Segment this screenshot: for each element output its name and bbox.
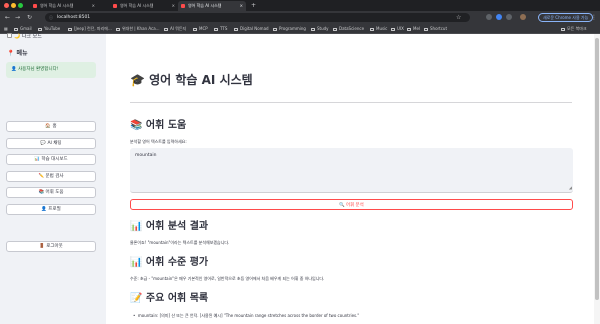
bookmark-folder[interactable]: MCP (193, 24, 208, 34)
folder-icon (370, 27, 374, 31)
folder-icon (391, 27, 395, 31)
site-info-icon[interactable]: ⓘ (49, 13, 53, 22)
browser-tab[interactable]: 영어 학습 AI 시스템 × (110, 1, 178, 11)
close-tab-icon[interactable]: × (92, 1, 95, 11)
scrollbar-thumb[interactable] (595, 38, 599, 300)
dashboard-button[interactable]: 📊 학습 대시보드 (6, 154, 96, 165)
chrome-menu-icon[interactable]: ⋮ (591, 13, 597, 22)
ai-chat-button[interactable]: 💬 AI 채팅 (6, 138, 96, 149)
bookmark-star-icon[interactable]: ☆ (456, 13, 461, 22)
divider (130, 102, 572, 103)
analysis-result-text: 물론이죠! "mountain"이라는 텍스트를 분석해보겠습니다. (130, 240, 230, 245)
new-tab-button[interactable]: + (251, 1, 256, 11)
bookmarks-bar: ▦ Gmail YouTube [Jeep] 런던, 파리에... 위대한 | … (0, 24, 600, 34)
level-assessment-text: 수준: 초급 - "mountain"은 매우 기본적인 영어로, 일반적으로 … (130, 276, 325, 281)
bookmark-folder[interactable]: Music (370, 24, 387, 34)
folder-icon (193, 27, 197, 31)
close-tab-icon[interactable]: × (172, 1, 175, 11)
extensions-puzzle-icon[interactable] (506, 14, 512, 20)
logout-button[interactable]: 🚪 로그아웃 (6, 241, 96, 252)
folder-icon (333, 27, 337, 31)
level-assessment-header: 📊 어휘 수준 평가 (130, 257, 209, 268)
profile-button[interactable]: 👤 프로필 (6, 204, 96, 215)
streamlit-favicon-icon (113, 4, 117, 8)
bookmark-folder[interactable]: Mel (407, 24, 420, 34)
dark-mode-checkbox[interactable] (7, 33, 12, 38)
browser-tab-active[interactable]: 영어 학습 AI 시스템 × (178, 1, 246, 11)
analyze-vocab-button[interactable]: 🔍 어휘 분석 (130, 199, 573, 210)
resize-handle-icon[interactable]: ◢ (569, 185, 572, 191)
folder-icon (214, 27, 218, 31)
streamlit-favicon-icon (181, 4, 185, 8)
bookmark-folder[interactable]: TTS (214, 24, 227, 34)
bookmark-favicon-icon (68, 27, 72, 31)
folder-icon (234, 27, 238, 31)
page-title: 🎓 영어 학습 AI 시스템 (130, 73, 253, 87)
folder-icon (273, 27, 277, 31)
folder-icon (311, 27, 315, 31)
bookmark-favicon-icon (116, 27, 120, 31)
grammar-check-button[interactable]: ✏️ 문법 검사 (6, 171, 96, 182)
bookmark-item[interactable]: 위대한 | Khan Aca... (116, 24, 159, 34)
browser-toolbar: ← → ↻ ⓘ localhost:8501 ☆ 새로운 Chrome 사용 가… (0, 11, 600, 24)
update-chrome-button[interactable]: 새로운 Chrome 사용 가능 (538, 13, 594, 22)
reload-icon[interactable]: ↻ (27, 13, 32, 22)
profile-avatar-icon[interactable] (520, 14, 526, 20)
folder-icon (407, 27, 411, 31)
close-window-button[interactable] (4, 3, 9, 8)
text-input-area[interactable]: mountain ◢ (130, 148, 573, 193)
extension-icon[interactable] (496, 14, 502, 20)
forward-icon[interactable]: → (15, 13, 20, 22)
folder-icon (164, 27, 168, 31)
analysis-result-header: 📊 어휘 분석 결과 (130, 221, 209, 232)
close-tab-icon[interactable]: × (240, 1, 243, 11)
bookmark-favicon-icon (38, 27, 42, 31)
bookmark-folder[interactable]: Shortcut (424, 24, 447, 34)
bookmark-item[interactable]: [Jeep] 런던, 파리에... (68, 24, 112, 34)
key-vocab-header: 📝 주요 어휘 목록 (130, 293, 209, 304)
bookmark-folder[interactable]: AI 뭐든지 (164, 24, 186, 34)
sidebar-menu-title: 📍 메뉴 (7, 50, 28, 57)
key-vocab-item: • mountain: [의미] 산 또는 큰 언덕. [사용된 예시] "Th… (133, 313, 360, 318)
welcome-message: 👤 사용자님 환영합니다! (6, 62, 96, 78)
vocab-help-header: 📚 어휘 도움 (130, 120, 187, 131)
folder-icon (561, 27, 565, 31)
back-icon[interactable]: ← (5, 13, 10, 22)
bookmark-folder[interactable]: Programming (273, 24, 306, 34)
folder-icon (424, 27, 428, 31)
browser-tab[interactable]: 영어 학습 AI 시스템 × (30, 1, 98, 11)
bookmark-folder[interactable]: Study (311, 24, 329, 34)
input-label: 분석할 영어 텍스트를 입력하세요: (130, 139, 187, 144)
bookmark-favicon-icon (14, 27, 18, 31)
bookmark-folder[interactable]: DataScience (333, 24, 364, 34)
all-bookmarks-folder[interactable]: 모든 북마크 (561, 24, 587, 34)
maximize-window-button[interactable] (18, 3, 23, 8)
browser-tab-bar: 영어 학습 AI 시스템 × 영어 학습 AI 시스템 × 영어 학습 AI 시스템… (0, 0, 600, 11)
home-button[interactable]: 🏠 홈 (6, 121, 96, 132)
address-bar[interactable]: ⓘ localhost:8501 (45, 13, 470, 22)
bookmark-folder[interactable]: UIX (391, 24, 404, 34)
extension-icon[interactable] (486, 14, 492, 20)
minimize-window-button[interactable] (11, 3, 16, 8)
bookmark-folder[interactable]: Digital Nomad (234, 24, 269, 34)
vocab-help-button[interactable]: 📚 어휘 도움 (6, 187, 96, 198)
streamlit-favicon-icon (33, 4, 37, 8)
dark-mode-toggle[interactable]: 🌙 다크 모드 (7, 33, 42, 41)
